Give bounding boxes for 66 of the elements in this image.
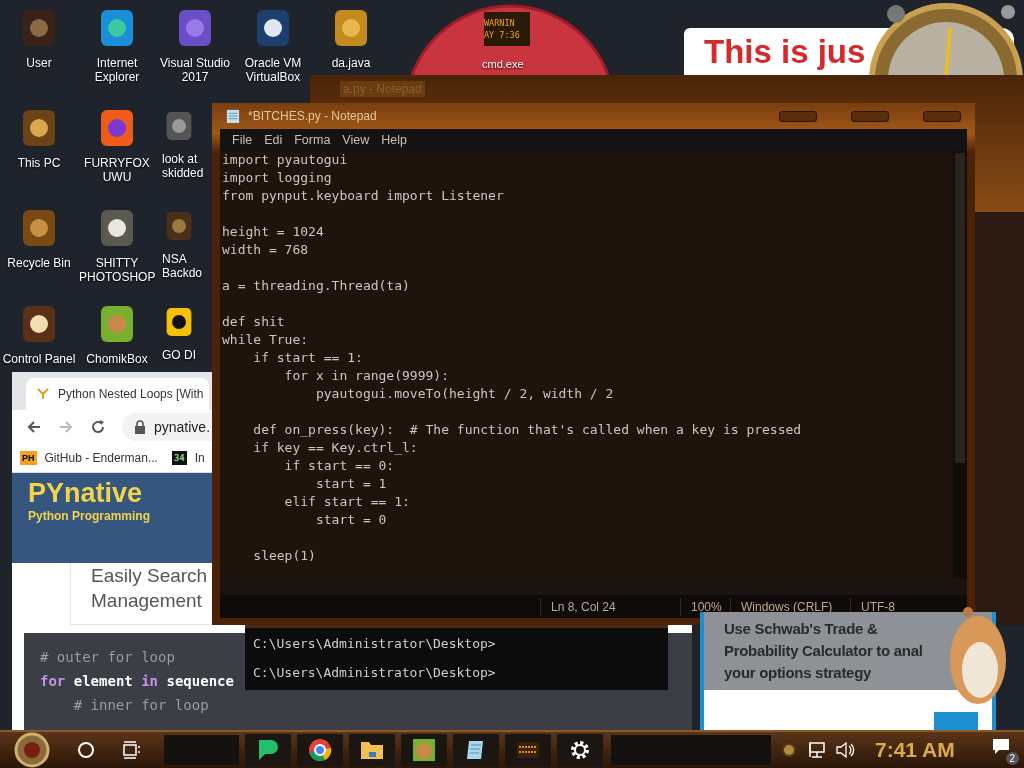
taskbar-app[interactable]	[349, 734, 395, 766]
search-icon[interactable]	[76, 740, 96, 760]
lock-icon	[134, 420, 146, 434]
banner-text: This is jus	[704, 33, 866, 71]
window-title: *BITCHES.py - Notepad	[248, 109, 377, 123]
volume-icon[interactable]	[835, 740, 855, 760]
card-text: Management	[91, 589, 203, 613]
chat-icon	[256, 738, 280, 762]
menu-item[interactable]: Forma	[294, 133, 331, 147]
reload-icon[interactable]	[90, 419, 106, 435]
back-icon[interactable]	[26, 419, 42, 435]
icon-label: Recycle Bin	[6, 256, 72, 270]
icon-label: Control Panel	[1, 352, 77, 366]
bookmark[interactable]: PH GitHub - Enderman...	[20, 451, 158, 465]
taskbar-app[interactable]	[505, 734, 551, 766]
icon-label: look at skidded	[162, 152, 205, 180]
taskbar-app[interactable]	[297, 734, 343, 766]
bookmark[interactable]: 34 In	[171, 451, 205, 465]
site-tagline: Python Programming	[28, 509, 150, 523]
address-bar[interactable]: pynative.	[122, 413, 213, 441]
ad-text: your options strategy	[724, 663, 872, 683]
icon-label: da.java	[330, 56, 372, 70]
console-prompt: C:\Users\Administrator\Desktop>	[253, 636, 496, 652]
settings-icon	[568, 738, 592, 762]
console-prompt: C:\Users\Administrator\Desktop>	[253, 665, 496, 681]
menu-item[interactable]: Edi	[264, 133, 283, 147]
menu-item[interactable]: File	[232, 133, 253, 147]
icon-label: FURRYFOX UWU	[83, 156, 151, 184]
card-text: Easily Search	[91, 564, 209, 588]
icon-label: cmd.exe	[482, 58, 524, 70]
status-text: Ln 8, Col 24	[540, 597, 680, 616]
display-text: WARNIN	[484, 17, 516, 29]
icon-label: Oracle VM VirtualBox	[243, 56, 303, 84]
icon-label: Visual Studio 2017	[159, 56, 231, 84]
favicon-icon	[36, 387, 50, 401]
site-logo[interactable]: PYnative	[28, 477, 143, 509]
network-icon[interactable]	[807, 740, 827, 760]
icon-label: NSA Backdo	[162, 252, 204, 280]
icon-label: SHITTY PHOTOSHOP	[79, 256, 155, 284]
icon-label: GO DI	[162, 348, 197, 362]
scrollbar[interactable]	[953, 151, 967, 578]
notepad-icon	[226, 108, 240, 124]
icon-label: This PC	[16, 156, 62, 170]
taskbar-app[interactable]	[245, 734, 291, 766]
taskbar-app[interactable]	[401, 734, 447, 766]
icon-label: Internet Explorer	[93, 56, 141, 84]
taskbar-app[interactable]	[453, 734, 499, 766]
clock-time[interactable]: 7:41 AM	[875, 738, 955, 762]
taskbar-app[interactable]	[557, 734, 603, 766]
display-text: AY 7:36	[484, 29, 521, 41]
menu-item[interactable]: Help	[381, 133, 407, 147]
globe-icon	[308, 738, 332, 762]
start-button[interactable]	[14, 732, 50, 768]
icon-label: User	[25, 56, 53, 70]
notification-count: 2	[1005, 752, 1019, 765]
icon-label: ChomikBox	[85, 352, 149, 366]
ad-text: Probability Calculator to anal	[724, 641, 923, 661]
message-icon	[990, 737, 1011, 757]
task-view-icon[interactable]	[122, 740, 142, 760]
ad-text: Use Schwab's Trade &	[724, 619, 878, 639]
browser-tab[interactable]: Python Nested Loops [With	[26, 378, 210, 410]
menu-item[interactable]: View	[342, 133, 370, 147]
code-line: for element in sequence	[40, 672, 234, 691]
code-line: # inner for loop	[72, 696, 209, 715]
horizontal-scrollbar[interactable]	[220, 578, 967, 595]
code-line: # outer for loop	[40, 648, 175, 667]
